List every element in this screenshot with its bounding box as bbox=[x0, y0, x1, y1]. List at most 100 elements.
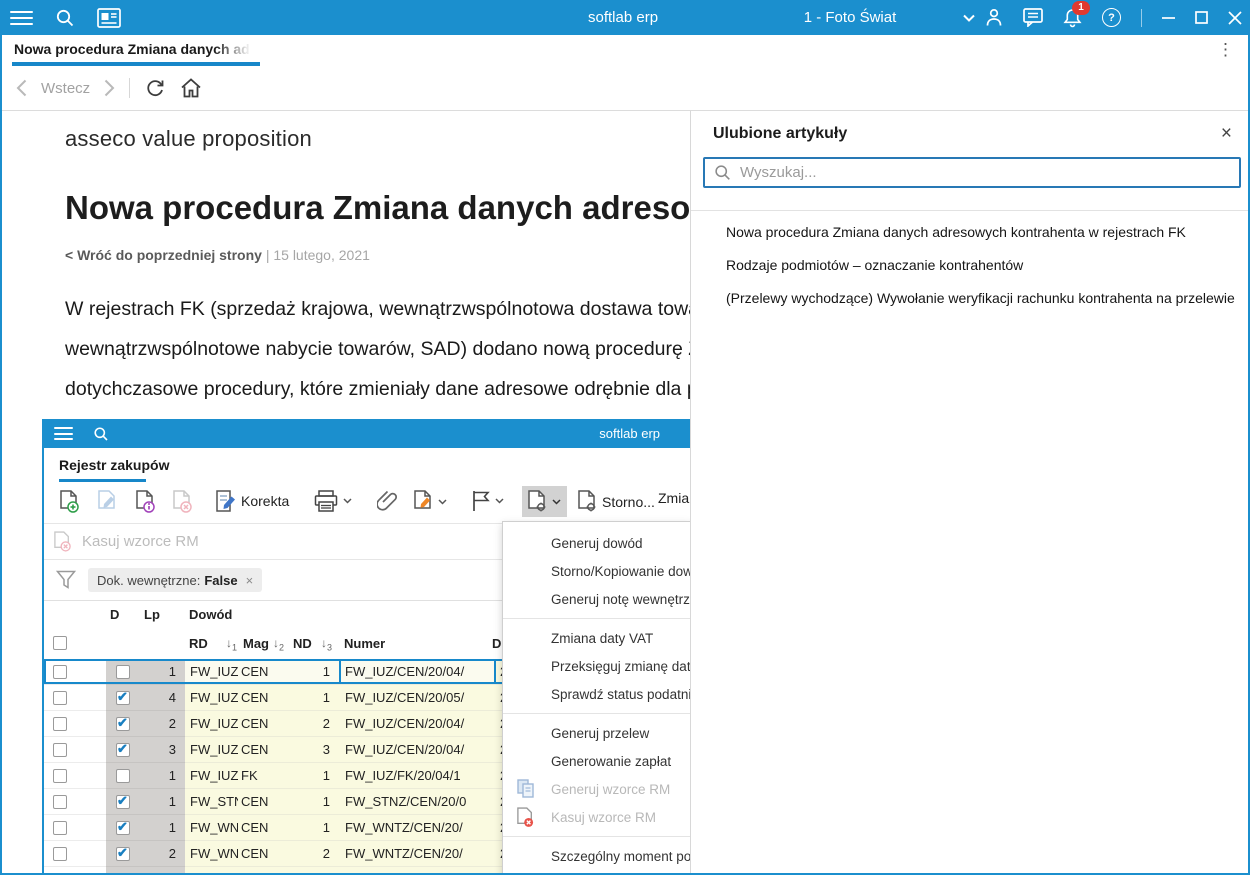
row-select-cell[interactable] bbox=[44, 685, 106, 711]
search-icon[interactable] bbox=[55, 8, 75, 28]
doc-info-icon bbox=[136, 490, 155, 513]
menu-item[interactable]: Generuj przelew bbox=[503, 719, 690, 747]
row-select-cell[interactable] bbox=[44, 841, 106, 867]
app-window: softlab erp 1 - Foto Świat 1 ? Nowa proc… bbox=[0, 0, 1250, 875]
menu-item[interactable]: Zmiana daty VAT bbox=[503, 624, 690, 652]
d-checkbox[interactable] bbox=[115, 846, 130, 861]
column-header-lp[interactable]: Lp bbox=[144, 607, 160, 622]
filter-chip[interactable]: Dok. wewnętrzne: False × bbox=[88, 568, 263, 592]
row-nd-cell: 1 bbox=[288, 685, 339, 711]
close-icon[interactable]: × bbox=[1221, 123, 1232, 145]
row-select-cell[interactable] bbox=[44, 867, 106, 873]
maximize-icon[interactable] bbox=[1195, 11, 1208, 24]
menu-item[interactable]: Sprawdź status podatnika bbox=[503, 680, 690, 708]
menu-item[interactable]: Storno/Kopiowanie dowodów bbox=[503, 557, 690, 585]
doc-pen-button[interactable] bbox=[414, 490, 447, 513]
chat-icon[interactable] bbox=[1023, 8, 1043, 27]
flag-button[interactable] bbox=[472, 490, 504, 512]
printer-icon bbox=[314, 490, 338, 512]
doc-gear-storno-icon bbox=[578, 490, 596, 512]
row-checkbox[interactable] bbox=[53, 794, 67, 809]
d-checkbox[interactable] bbox=[115, 820, 130, 835]
back-chevron-icon[interactable] bbox=[16, 79, 27, 97]
row-select-cell[interactable] bbox=[44, 659, 106, 685]
row-checkbox[interactable] bbox=[53, 742, 67, 757]
column-header-rd[interactable]: RD bbox=[189, 636, 208, 651]
menu-divider bbox=[503, 836, 690, 837]
row-select-cell[interactable] bbox=[44, 789, 106, 815]
doc-gear-icon bbox=[528, 490, 546, 512]
print-button[interactable] bbox=[314, 490, 352, 512]
d-checkbox[interactable] bbox=[115, 690, 130, 705]
sort-asc-icon[interactable]: ↓1 bbox=[226, 636, 237, 652]
column-header-numer[interactable]: Numer bbox=[344, 636, 385, 651]
row-checkbox[interactable] bbox=[53, 716, 67, 731]
row-d-cell[interactable] bbox=[106, 763, 139, 789]
favorite-article-link[interactable]: (Przelewy wychodzące) Wywołanie weryfika… bbox=[726, 289, 1244, 308]
sort-asc-icon[interactable]: ↓3 bbox=[321, 636, 332, 652]
back-to-previous-link[interactable]: < Wróć do poprzedniej strony bbox=[65, 247, 262, 263]
column-header-nd[interactable]: ND bbox=[293, 636, 312, 651]
row-d-cell[interactable] bbox=[106, 711, 139, 737]
row-d-cell[interactable] bbox=[106, 685, 139, 711]
kebab-menu-icon[interactable]: ⋮ bbox=[1217, 40, 1234, 60]
back-label[interactable]: Wstecz bbox=[41, 80, 90, 97]
favorite-article-link[interactable]: Nowa procedura Zmiana danych adresowych … bbox=[726, 223, 1244, 242]
row-select-cell[interactable] bbox=[44, 711, 106, 737]
korekta-button[interactable]: Korekta bbox=[216, 490, 289, 512]
row-select-cell[interactable] bbox=[44, 763, 106, 789]
bell-icon[interactable]: 1 bbox=[1063, 0, 1090, 28]
home-icon[interactable] bbox=[180, 77, 202, 99]
d-checkbox[interactable] bbox=[115, 716, 130, 731]
row-checkbox[interactable] bbox=[53, 820, 67, 835]
menu-item[interactable]: Szczególny moment podatkowy bbox=[503, 842, 690, 870]
storno-button[interactable]: Storno... bbox=[578, 490, 655, 513]
row-d-cell[interactable] bbox=[106, 659, 139, 685]
d-checkbox[interactable] bbox=[115, 768, 130, 783]
row-d-cell[interactable] bbox=[106, 789, 139, 815]
user-icon[interactable] bbox=[985, 8, 1003, 27]
row-d-cell[interactable] bbox=[106, 841, 139, 867]
row-d-cell[interactable] bbox=[106, 867, 139, 873]
menu-item[interactable]: Generuj dowód bbox=[503, 529, 690, 557]
row-d-cell[interactable] bbox=[106, 737, 139, 763]
row-d-cell[interactable] bbox=[106, 815, 139, 841]
column-header-d2[interactable]: D bbox=[492, 636, 501, 651]
news-icon[interactable] bbox=[97, 7, 121, 28]
row-checkbox[interactable] bbox=[53, 664, 67, 679]
menu-icon[interactable] bbox=[10, 10, 33, 25]
filter-chip-close-icon[interactable]: × bbox=[246, 573, 254, 588]
row-select-cell[interactable] bbox=[44, 815, 106, 841]
column-header-dowod[interactable]: Dowód bbox=[189, 607, 232, 622]
forward-chevron-icon[interactable] bbox=[104, 79, 115, 97]
d-checkbox[interactable] bbox=[115, 794, 130, 809]
column-header-mag[interactable]: Mag bbox=[243, 636, 269, 651]
row-select-cell[interactable] bbox=[44, 737, 106, 763]
zmiana-button[interactable]: Zmian... bbox=[658, 490, 690, 506]
refresh-icon[interactable] bbox=[144, 77, 166, 99]
favorites-article-list: Nowa procedura Zmiana danych adresowych … bbox=[726, 223, 1244, 322]
close-icon[interactable] bbox=[1228, 10, 1242, 25]
help-icon[interactable]: ? bbox=[1102, 8, 1121, 27]
menu-item[interactable]: Generowanie zapłat bbox=[503, 747, 690, 775]
favorites-search-input[interactable] bbox=[738, 163, 1239, 182]
d-checkbox[interactable] bbox=[115, 742, 130, 757]
row-checkbox[interactable] bbox=[53, 768, 67, 783]
tab-article[interactable]: Nowa procedura Zmiana danych adresowych bbox=[12, 35, 260, 66]
d-checkbox[interactable] bbox=[115, 664, 130, 679]
row-checkbox[interactable] bbox=[53, 690, 67, 705]
row-checkbox[interactable] bbox=[53, 846, 67, 861]
doc-gear-dropdown-button[interactable] bbox=[522, 486, 567, 517]
company-selector[interactable]: 1 - Foto Świat bbox=[770, 0, 985, 35]
favorite-article-link[interactable]: Rodzaje podmiotów – oznaczanie kontrahen… bbox=[726, 256, 1244, 275]
funnel-icon[interactable] bbox=[56, 570, 76, 589]
select-all-checkbox[interactable] bbox=[53, 636, 67, 650]
menu-item[interactable]: Generuj notę wewnętrzną bbox=[503, 585, 690, 613]
menu-item[interactable]: Przeksięguj zmianę daty bbox=[503, 652, 690, 680]
favorites-search-box[interactable] bbox=[703, 157, 1241, 188]
sort-asc-icon[interactable]: ↓2 bbox=[273, 636, 284, 652]
column-header-d[interactable]: D bbox=[110, 607, 119, 622]
minimize-icon[interactable] bbox=[1162, 11, 1175, 24]
paperclip-icon[interactable] bbox=[377, 490, 397, 512]
row-lp-cell: 1 bbox=[139, 763, 185, 789]
